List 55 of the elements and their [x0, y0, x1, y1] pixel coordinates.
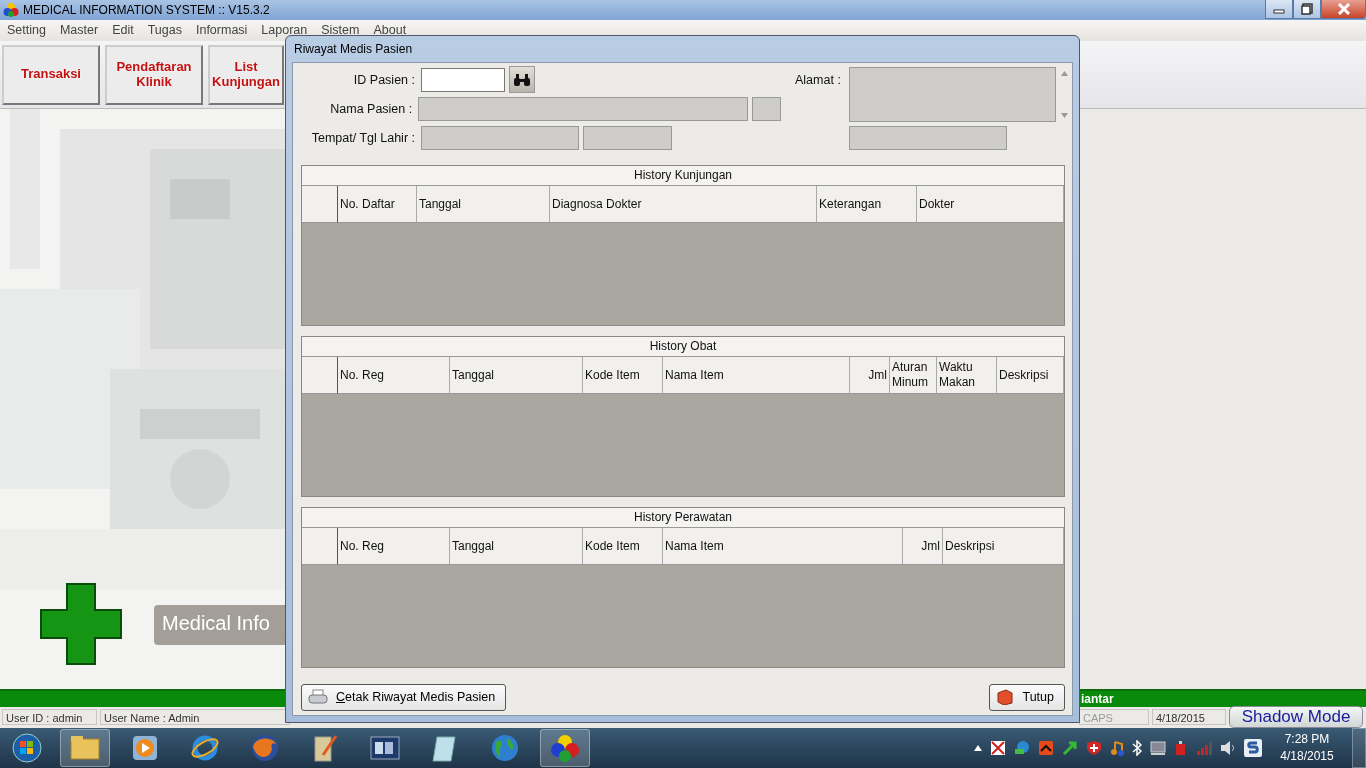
status-message: iantar — [1081, 691, 1114, 706]
restore-button[interactable] — [1293, 0, 1321, 19]
caps-status: CAPS — [1079, 709, 1149, 726]
banner: Medical Info — [154, 604, 285, 645]
close-icon — [1336, 3, 1351, 15]
restore-icon — [1301, 3, 1313, 15]
field-label: Tempat/ Tgl Lahir : — [310, 130, 416, 145]
menu-item[interactable]: Sistem — [321, 23, 360, 38]
dialog-title: Riwayat Medis Pasien — [293, 41, 414, 58]
menu-item[interactable]: Setting — [7, 23, 46, 38]
menu-item[interactable]: About — [373, 23, 407, 38]
clock-time[interactable]: 7:28 PM — [1284, 731, 1330, 748]
folder-icon[interactable] — [60, 729, 110, 767]
menu-item[interactable]: Tugas — [147, 23, 182, 38]
close-button[interactable] — [1321, 0, 1366, 19]
printer-icon — [308, 689, 328, 705]
app-logo-icon[interactable] — [540, 729, 590, 767]
field-label: Nama Pasien : — [329, 101, 414, 116]
grid-title: History Kunjungan — [302, 166, 1064, 186]
arrow-icon[interactable] — [1062, 740, 1078, 756]
grid-title: History Obat — [302, 337, 1064, 357]
field-label: Alamat : — [795, 72, 842, 89]
network-globe-icon[interactable] — [1014, 740, 1030, 756]
security-shield-icon[interactable] — [1086, 740, 1102, 756]
shadow-mode-button[interactable]: Shadow Mode — [1229, 706, 1363, 729]
date-status: 4/18/2015 — [1152, 709, 1226, 726]
print-button[interactable]: Cetak Riwayat Medis Pasien — [301, 683, 507, 711]
s-logo-icon[interactable] — [1244, 739, 1262, 757]
show-hidden-icon[interactable] — [974, 745, 982, 751]
window-title: MEDICAL INFORMATION SYSTEM :: V15.3.2 — [23, 3, 270, 18]
toolbar-button[interactable]: List Kunjungan — [208, 44, 284, 105]
menu-item[interactable]: Master — [59, 23, 99, 38]
menu-item[interactable]: Informasi — [195, 23, 248, 38]
music-note-icon[interactable] — [1110, 740, 1124, 756]
field-label: ID Pasien : — [352, 72, 416, 87]
user-id-status: User ID : admin — [2, 709, 97, 726]
exit-icon — [996, 689, 1015, 705]
close-dialog-button[interactable]: Tutup — [989, 683, 1065, 711]
minimize-button[interactable] — [1265, 0, 1293, 19]
clock-date[interactable]: 4/18/2015 — [1280, 748, 1334, 765]
search-button[interactable] — [509, 66, 535, 93]
menu-item[interactable]: Edit — [112, 23, 134, 38]
app-logo-icon — [3, 2, 19, 19]
battery-plug-icon[interactable] — [1174, 740, 1188, 756]
medical-cross-icon — [40, 582, 122, 665]
speaker-icon[interactable] — [1220, 740, 1236, 756]
show-desktop-button[interactable] — [1352, 728, 1366, 768]
toolbar-button[interactable]: Pendaftaran Klinik — [105, 44, 203, 105]
input-field[interactable] — [421, 67, 505, 92]
menu-item[interactable]: Laporan — [261, 23, 308, 38]
bluetooth-icon[interactable] — [1132, 740, 1142, 756]
binoculars-icon — [513, 72, 531, 87]
monitor-icon[interactable] — [1150, 740, 1166, 756]
grid-title: History Perawatan — [302, 508, 1064, 528]
toolbar-button[interactable]: Transaksi — [2, 44, 100, 105]
